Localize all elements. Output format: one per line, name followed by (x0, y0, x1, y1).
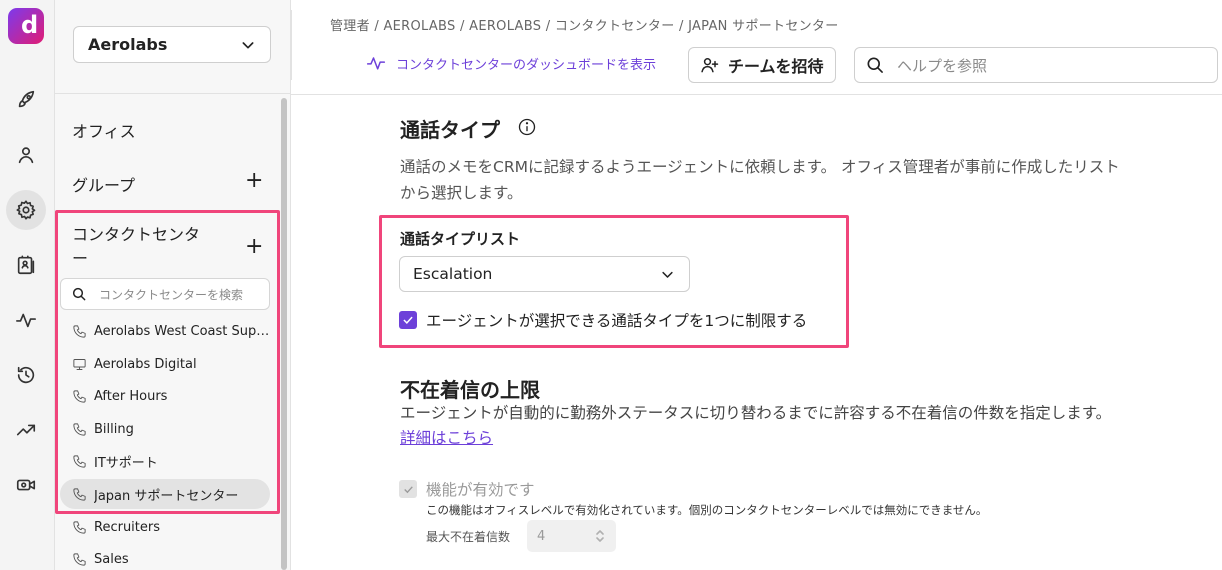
help-search-placeholder: ヘルプを参照 (897, 56, 988, 75)
workspace-selector[interactable]: Aerolabs (73, 26, 271, 63)
max-missed-calls-label: 最大不在着信数 (426, 530, 511, 544)
check-icon (403, 485, 413, 493)
video-icon[interactable] (6, 465, 46, 505)
app-root: d Aerolabs オフィス グループ + コンタクトセンター + コンタクト… (0, 0, 1222, 570)
call-type-description-1: 通話のメモをCRMに記録するようエージェントに依頼します。 オフィス管理者が事前… (400, 158, 1120, 176)
missed-calls-description: エージェントが自動的に勤務外ステータスに切り替わるまでに許容する不在着信の件数を… (400, 404, 1112, 422)
phone-icon (73, 552, 86, 566)
contact-center-label: Recruiters (94, 519, 161, 535)
chevron-down-icon (662, 271, 673, 278)
contact-center-label: Sales (94, 551, 129, 567)
user-icon[interactable] (6, 135, 46, 175)
chevron-down-icon (242, 41, 254, 48)
dashboard-link-label: コンタクトセンターのダッシュボードを表示 (396, 57, 657, 73)
logo-letter: d (21, 11, 39, 39)
call-type-description-2: から選択します。 (400, 184, 523, 202)
sidebar-scrollbar[interactable] (281, 98, 287, 570)
call-type-title: 通話タイプ (400, 118, 500, 142)
search-icon (867, 57, 883, 73)
gear-icon[interactable] (6, 190, 46, 230)
info-icon[interactable] (517, 117, 537, 137)
app-logo[interactable]: d (8, 8, 44, 44)
max-missed-calls-value: 4 (537, 528, 546, 544)
check-icon (403, 316, 413, 324)
missed-calls-title: 不在着信の上限 (400, 378, 540, 402)
header-divider (291, 94, 1222, 95)
activity-icon (366, 57, 386, 70)
invite-team-button[interactable]: チームを招待 (688, 47, 836, 83)
feature-enabled-label: 機能が有効です (426, 481, 535, 499)
breadcrumb[interactable]: 管理者 / AEROLABS / AEROLABS / コンタクトセンター / … (330, 15, 839, 34)
rocket-icon[interactable] (6, 80, 46, 120)
sidebar-item-office[interactable]: オフィス (72, 118, 136, 142)
call-type-select[interactable]: Escalation (399, 256, 690, 292)
add-user-icon (701, 58, 719, 73)
history-icon[interactable] (6, 355, 46, 395)
invite-team-label: チームを招待 (728, 57, 824, 76)
feature-enabled-checkbox (399, 480, 417, 498)
restrict-call-type-checkbox[interactable] (399, 311, 417, 329)
activity-icon[interactable] (6, 300, 46, 340)
trend-icon[interactable] (6, 410, 46, 450)
stepper-icon (596, 530, 604, 542)
help-search-input[interactable]: ヘルプを参照 (854, 47, 1218, 83)
contact-center-item[interactable]: Sales (60, 544, 270, 570)
restrict-call-type-label[interactable]: エージェントが選択できる通話タイプを1つに制限する (426, 309, 807, 331)
contact-center-highlight-frame (55, 210, 280, 514)
max-missed-calls-input: 4 (527, 520, 616, 552)
contacts-icon[interactable] (6, 245, 46, 285)
icon-rail: d (0, 0, 55, 570)
phone-icon (73, 520, 86, 534)
call-type-selected-value: Escalation (413, 265, 493, 283)
header-divider-vertical (291, 10, 292, 80)
sidebar-item-group[interactable]: グループ (72, 172, 135, 196)
workspace-name: Aerolabs (88, 35, 168, 54)
add-group-icon[interactable]: + (245, 170, 263, 192)
contact-center-item[interactable]: Recruiters (60, 512, 270, 542)
call-type-list-label: 通話タイプリスト (400, 230, 521, 248)
sidebar-divider (55, 93, 291, 94)
feature-enabled-note: この機能はオフィスレベルで有効化されています。個別のコンタクトセンターレベルでは… (426, 503, 988, 517)
details-link[interactable]: 詳細はこちら (400, 426, 493, 448)
dashboard-link[interactable]: コンタクトセンターのダッシュボードを表示 (366, 53, 656, 73)
